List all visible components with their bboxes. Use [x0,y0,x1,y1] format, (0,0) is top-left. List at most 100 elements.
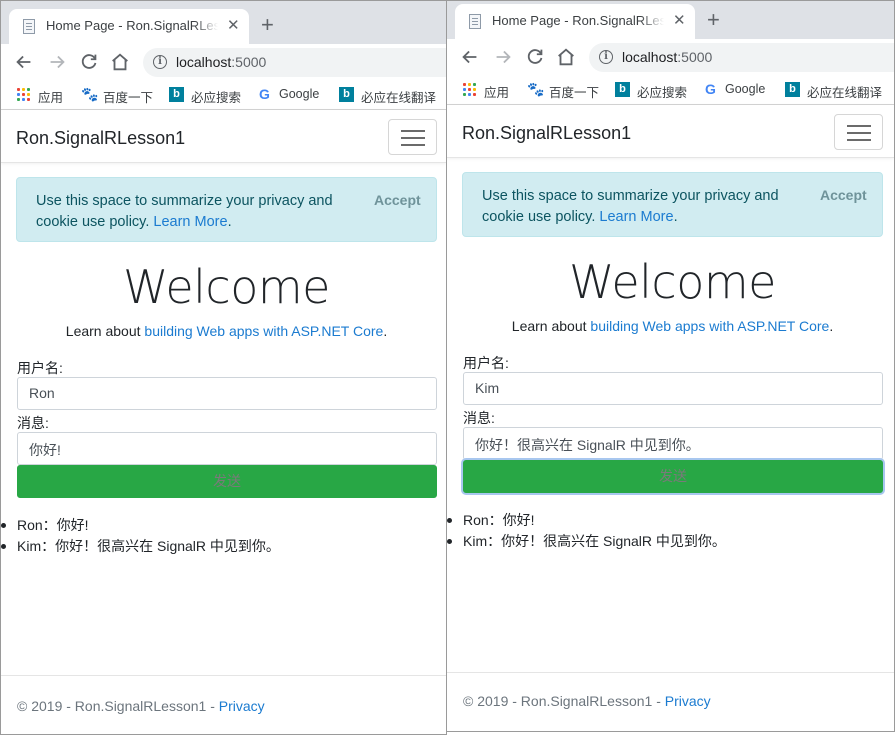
bookmark-label: 必应搜索 [191,91,242,105]
learn-prefix: Learn about [511,318,591,334]
google-icon: G [705,81,716,97]
navbar-toggler-button[interactable] [834,114,883,150]
bullet-icon [1,523,6,528]
send-button[interactable]: 发送 [17,465,437,498]
close-tab-icon[interactable]: ✕ [673,11,686,29]
new-tab-button[interactable]: + [707,9,720,31]
learn-suffix: . [383,323,388,339]
bing-icon: b [785,82,800,97]
reload-button[interactable] [78,51,100,73]
message-text: Ron：你好! [463,512,535,528]
browser-tab[interactable]: Home Page - Ron.SignalRLesson1 ✕ [9,9,249,44]
back-button[interactable] [459,46,481,68]
privacy-link[interactable]: Privacy [665,693,711,709]
message-text: Ron：你好! [17,517,89,533]
bookmarks-bar: 应用 🐾 百度一下 b 必应搜索 G Google b 必应在线翻译 [447,75,894,104]
address-bar[interactable]: i localhost:5000 [589,43,894,72]
footer-copyright: © 2019 - Ron.SignalRLesson1 - [17,698,219,714]
list-item: Kim：你好！很高兴在 SignalR 中见到你。 [1,536,446,557]
messages-list: Ron：你好! Kim：你好！很高兴在 SignalR 中见到你。 [1,515,446,557]
apps-grid-icon [16,87,31,102]
arrow-right-icon [496,50,511,64]
browser-tab[interactable]: Home Page - Ron.SignalRLesson1 ✕ [455,4,695,39]
cookie-message: Use this space to summarize your privacy… [482,186,820,228]
close-tab-icon[interactable]: ✕ [227,16,240,34]
address-bar[interactable]: i localhost:5000 [143,48,446,77]
forward-button[interactable] [492,46,514,68]
send-button[interactable]: 发送 [463,460,883,493]
reload-icon [81,54,97,69]
web-page: Ron.SignalRLesson1 Use this space to sum… [447,105,894,731]
bullet-icon [447,518,452,523]
learn-more-link[interactable]: Learn More [153,214,227,230]
site-brand-link[interactable]: Ron.SignalRLesson1 [16,128,185,149]
hamburger-icon [401,137,425,139]
learn-about-text: Learn about building Web apps with ASP.N… [16,323,437,339]
hamburger-icon [847,139,871,141]
site-info-icon[interactable]: i [153,55,167,69]
home-button[interactable] [109,51,131,73]
username-input[interactable]: Kim [463,372,883,405]
accept-cookie-button[interactable]: Accept [374,192,421,208]
message-text: Kim：你好！很高兴在 SignalR 中见到你。 [463,533,726,549]
accept-cookie-button[interactable]: Accept [820,187,867,203]
site-navbar: Ron.SignalRLesson1 [1,110,446,163]
bullet-icon [447,539,452,544]
bing-icon: b [615,82,630,97]
reload-button[interactable] [524,46,546,68]
learn-about-text: Learn about building Web apps with ASP.N… [462,318,883,334]
bookmark-label: 百度一下 [103,91,154,105]
page-title: Welcome [123,260,330,314]
message-input[interactable]: 你好! [17,432,437,465]
site-footer: © 2019 - Ron.SignalRLesson1 - Privacy [463,693,711,709]
message-label: 消息: [463,410,495,426]
home-button[interactable] [555,46,577,68]
footer-divider [447,672,894,673]
cookie-message: Use this space to summarize your privacy… [36,191,374,233]
forward-button[interactable] [46,51,68,73]
footer-divider [1,675,446,676]
cookie-suffix: . [673,209,678,225]
site-brand-link[interactable]: Ron.SignalRLesson1 [462,123,631,144]
home-icon [112,53,128,71]
web-page: Ron.SignalRLesson1 Use this space to sum… [1,110,446,734]
arrow-right-icon [50,55,65,69]
hamburger-icon [847,132,871,134]
hamburger-icon [847,125,871,127]
arrow-left-icon [16,55,31,69]
bookmark-label: 应用 [484,86,510,100]
bookmark-label: 应用 [38,91,64,105]
apps-grid-icon [462,82,477,97]
message-input[interactable]: 你好！很高兴在 SignalR 中见到你。 [463,427,883,460]
browser-window-right: Home Page - Ron.SignalRLesson1 ✕ + i loc… [446,0,895,732]
baidu-paw-icon: 🐾 [527,81,545,97]
messages-list: Ron：你好! Kim：你好！很高兴在 SignalR 中见到你。 [447,510,894,552]
username-label: 用户名: [463,355,509,371]
bookmark-label: 必应在线翻译 [361,91,437,105]
bing-icon: b [339,87,354,102]
baidu-paw-icon: 🐾 [81,86,99,102]
site-info-icon[interactable]: i [599,50,613,64]
privacy-link[interactable]: Privacy [219,698,265,714]
username-input[interactable]: Ron [17,377,437,410]
browser-toolbar: i localhost:5000 [1,44,446,80]
aspnet-docs-link[interactable]: building Web apps with ASP.NET Core [590,318,829,334]
browser-window-left: Home Page - Ron.SignalRLesson1 ✕ + i loc… [0,0,447,735]
hamburger-icon [401,130,425,132]
cookie-consent-banner: Use this space to summarize your privacy… [462,172,883,237]
address-url: localhost:5000 [176,54,267,70]
new-tab-button[interactable]: + [261,14,274,36]
learn-prefix: Learn about [65,323,145,339]
home-icon [558,48,574,66]
aspnet-docs-link[interactable]: building Web apps with ASP.NET Core [144,323,383,339]
address-url: localhost:5000 [622,49,713,65]
bookmark-label: 必应在线翻译 [807,86,883,100]
bing-icon: b [169,87,184,102]
list-item: Ron：你好! [447,510,894,531]
learn-more-link[interactable]: Learn More [599,209,673,225]
bookmark-label: 百度一下 [549,86,600,100]
cookie-suffix: . [227,214,232,230]
back-button[interactable] [13,51,35,73]
site-navbar: Ron.SignalRLesson1 [447,105,894,158]
navbar-toggler-button[interactable] [388,119,437,155]
